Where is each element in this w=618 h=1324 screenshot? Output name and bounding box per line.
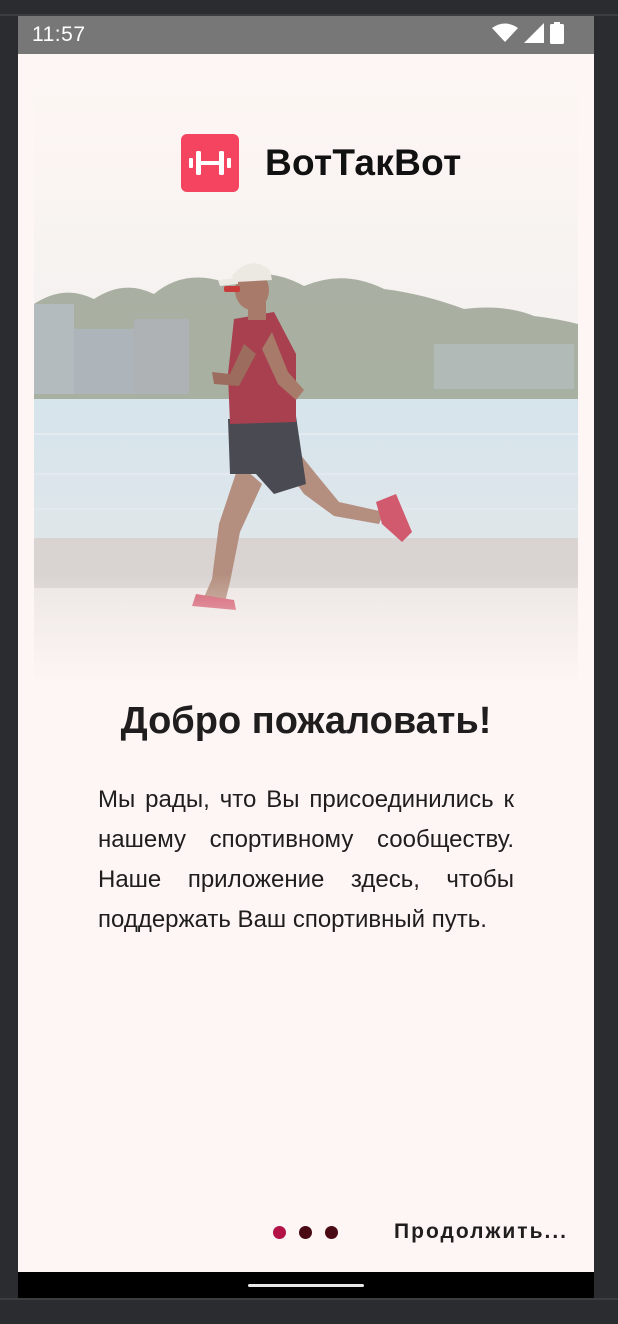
status-icons <box>492 21 564 49</box>
status-bar: 11:57 <box>18 16 594 54</box>
pager-dot-1[interactable] <box>273 1226 286 1239</box>
system-nav-bar <box>18 1272 594 1298</box>
signal-icon <box>524 22 544 48</box>
continue-button[interactable]: Продолжить... <box>394 1220 568 1244</box>
wifi-icon <box>492 23 518 48</box>
battery-icon <box>550 21 564 49</box>
pager-dot-2[interactable] <box>299 1226 312 1239</box>
bezel-bottom <box>0 1298 618 1300</box>
welcome-title: Добро пожаловать! <box>120 700 492 742</box>
dumbbell-icon <box>181 134 239 192</box>
app-screen: 11:57 ВотТакВот Добро пожаловать! Мы рад… <box>18 16 594 1298</box>
welcome-body: Мы рады, что Вы присоединились к нашему … <box>98 786 514 933</box>
hero-image: ВотТакВот <box>34 54 578 684</box>
status-time: 11:57 <box>32 23 86 46</box>
app-name: ВотТакВот <box>265 142 462 183</box>
device-frame: 11:57 ВотТакВот Добро пожаловать! Мы рад… <box>0 0 618 1324</box>
app-brand: ВотТакВот <box>181 134 462 192</box>
pager-indicator <box>273 1226 338 1239</box>
pager-dot-3[interactable] <box>325 1226 338 1239</box>
home-gesture-handle[interactable] <box>248 1284 364 1287</box>
